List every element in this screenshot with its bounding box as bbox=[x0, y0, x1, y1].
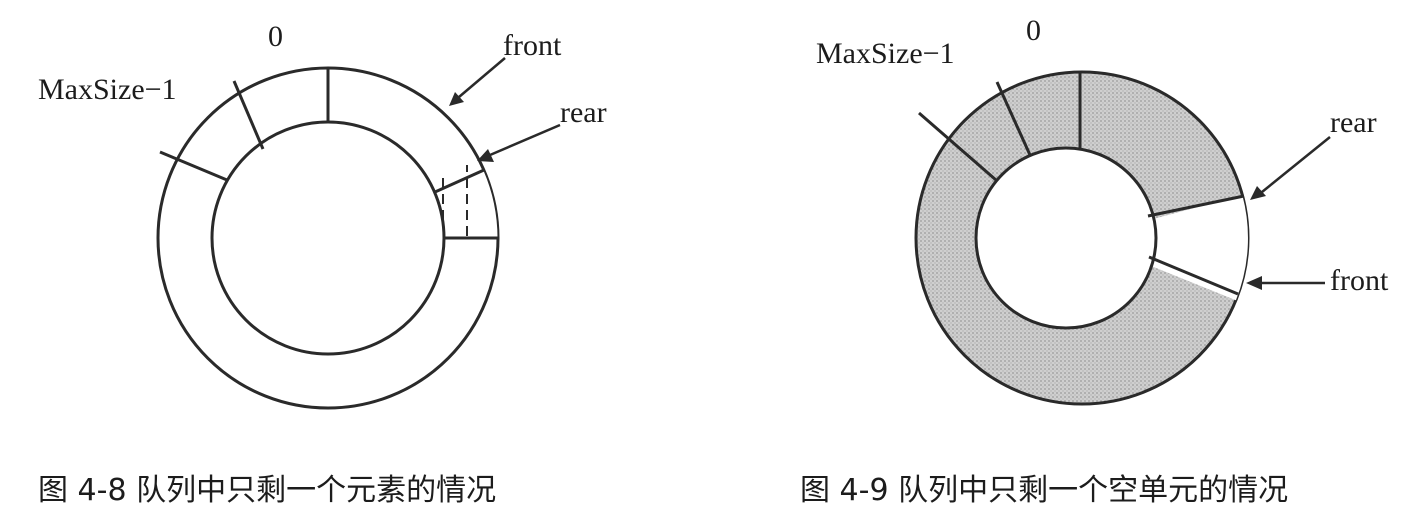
label-rear: rear bbox=[1330, 106, 1377, 139]
label-zero: 0 bbox=[268, 20, 283, 53]
rear-arrow-head bbox=[1250, 186, 1266, 200]
queue-inner-ring bbox=[210, 120, 446, 356]
caption-4-8: 图 4-8 队列中只剩一个元素的情况 bbox=[38, 473, 496, 508]
label-rear: rear bbox=[560, 96, 607, 129]
figure-stage: 0 MaxSize−1 front rear 图 4-8 队列中只剩一个元素的情… bbox=[0, 0, 1418, 524]
front-arrow bbox=[458, 57, 506, 98]
rear-arrow bbox=[1261, 136, 1331, 193]
label-maxsize: MaxSize−1 bbox=[38, 73, 177, 106]
label-front: front bbox=[1330, 264, 1389, 297]
label-front: front bbox=[503, 29, 562, 62]
label-maxsize: MaxSize−1 bbox=[816, 37, 955, 70]
label-zero: 0 bbox=[1026, 14, 1041, 47]
rear-arrow bbox=[489, 123, 561, 157]
front-arrow-head bbox=[1246, 276, 1262, 290]
figure-4-8: 0 MaxSize−1 front rear 图 4-8 队列中只剩一个元素的情… bbox=[38, 20, 607, 508]
figures-svg: 0 MaxSize−1 front rear 图 4-8 队列中只剩一个元素的情… bbox=[38, 14, 1389, 508]
caption-4-9: 图 4-9 队列中只剩一个空单元的情况 bbox=[800, 473, 1288, 508]
queue-inner-ring bbox=[974, 146, 1158, 330]
figure-4-9: 0 MaxSize−1 rear front 图 4-9 队列中只剩一个空单元的… bbox=[800, 14, 1389, 508]
